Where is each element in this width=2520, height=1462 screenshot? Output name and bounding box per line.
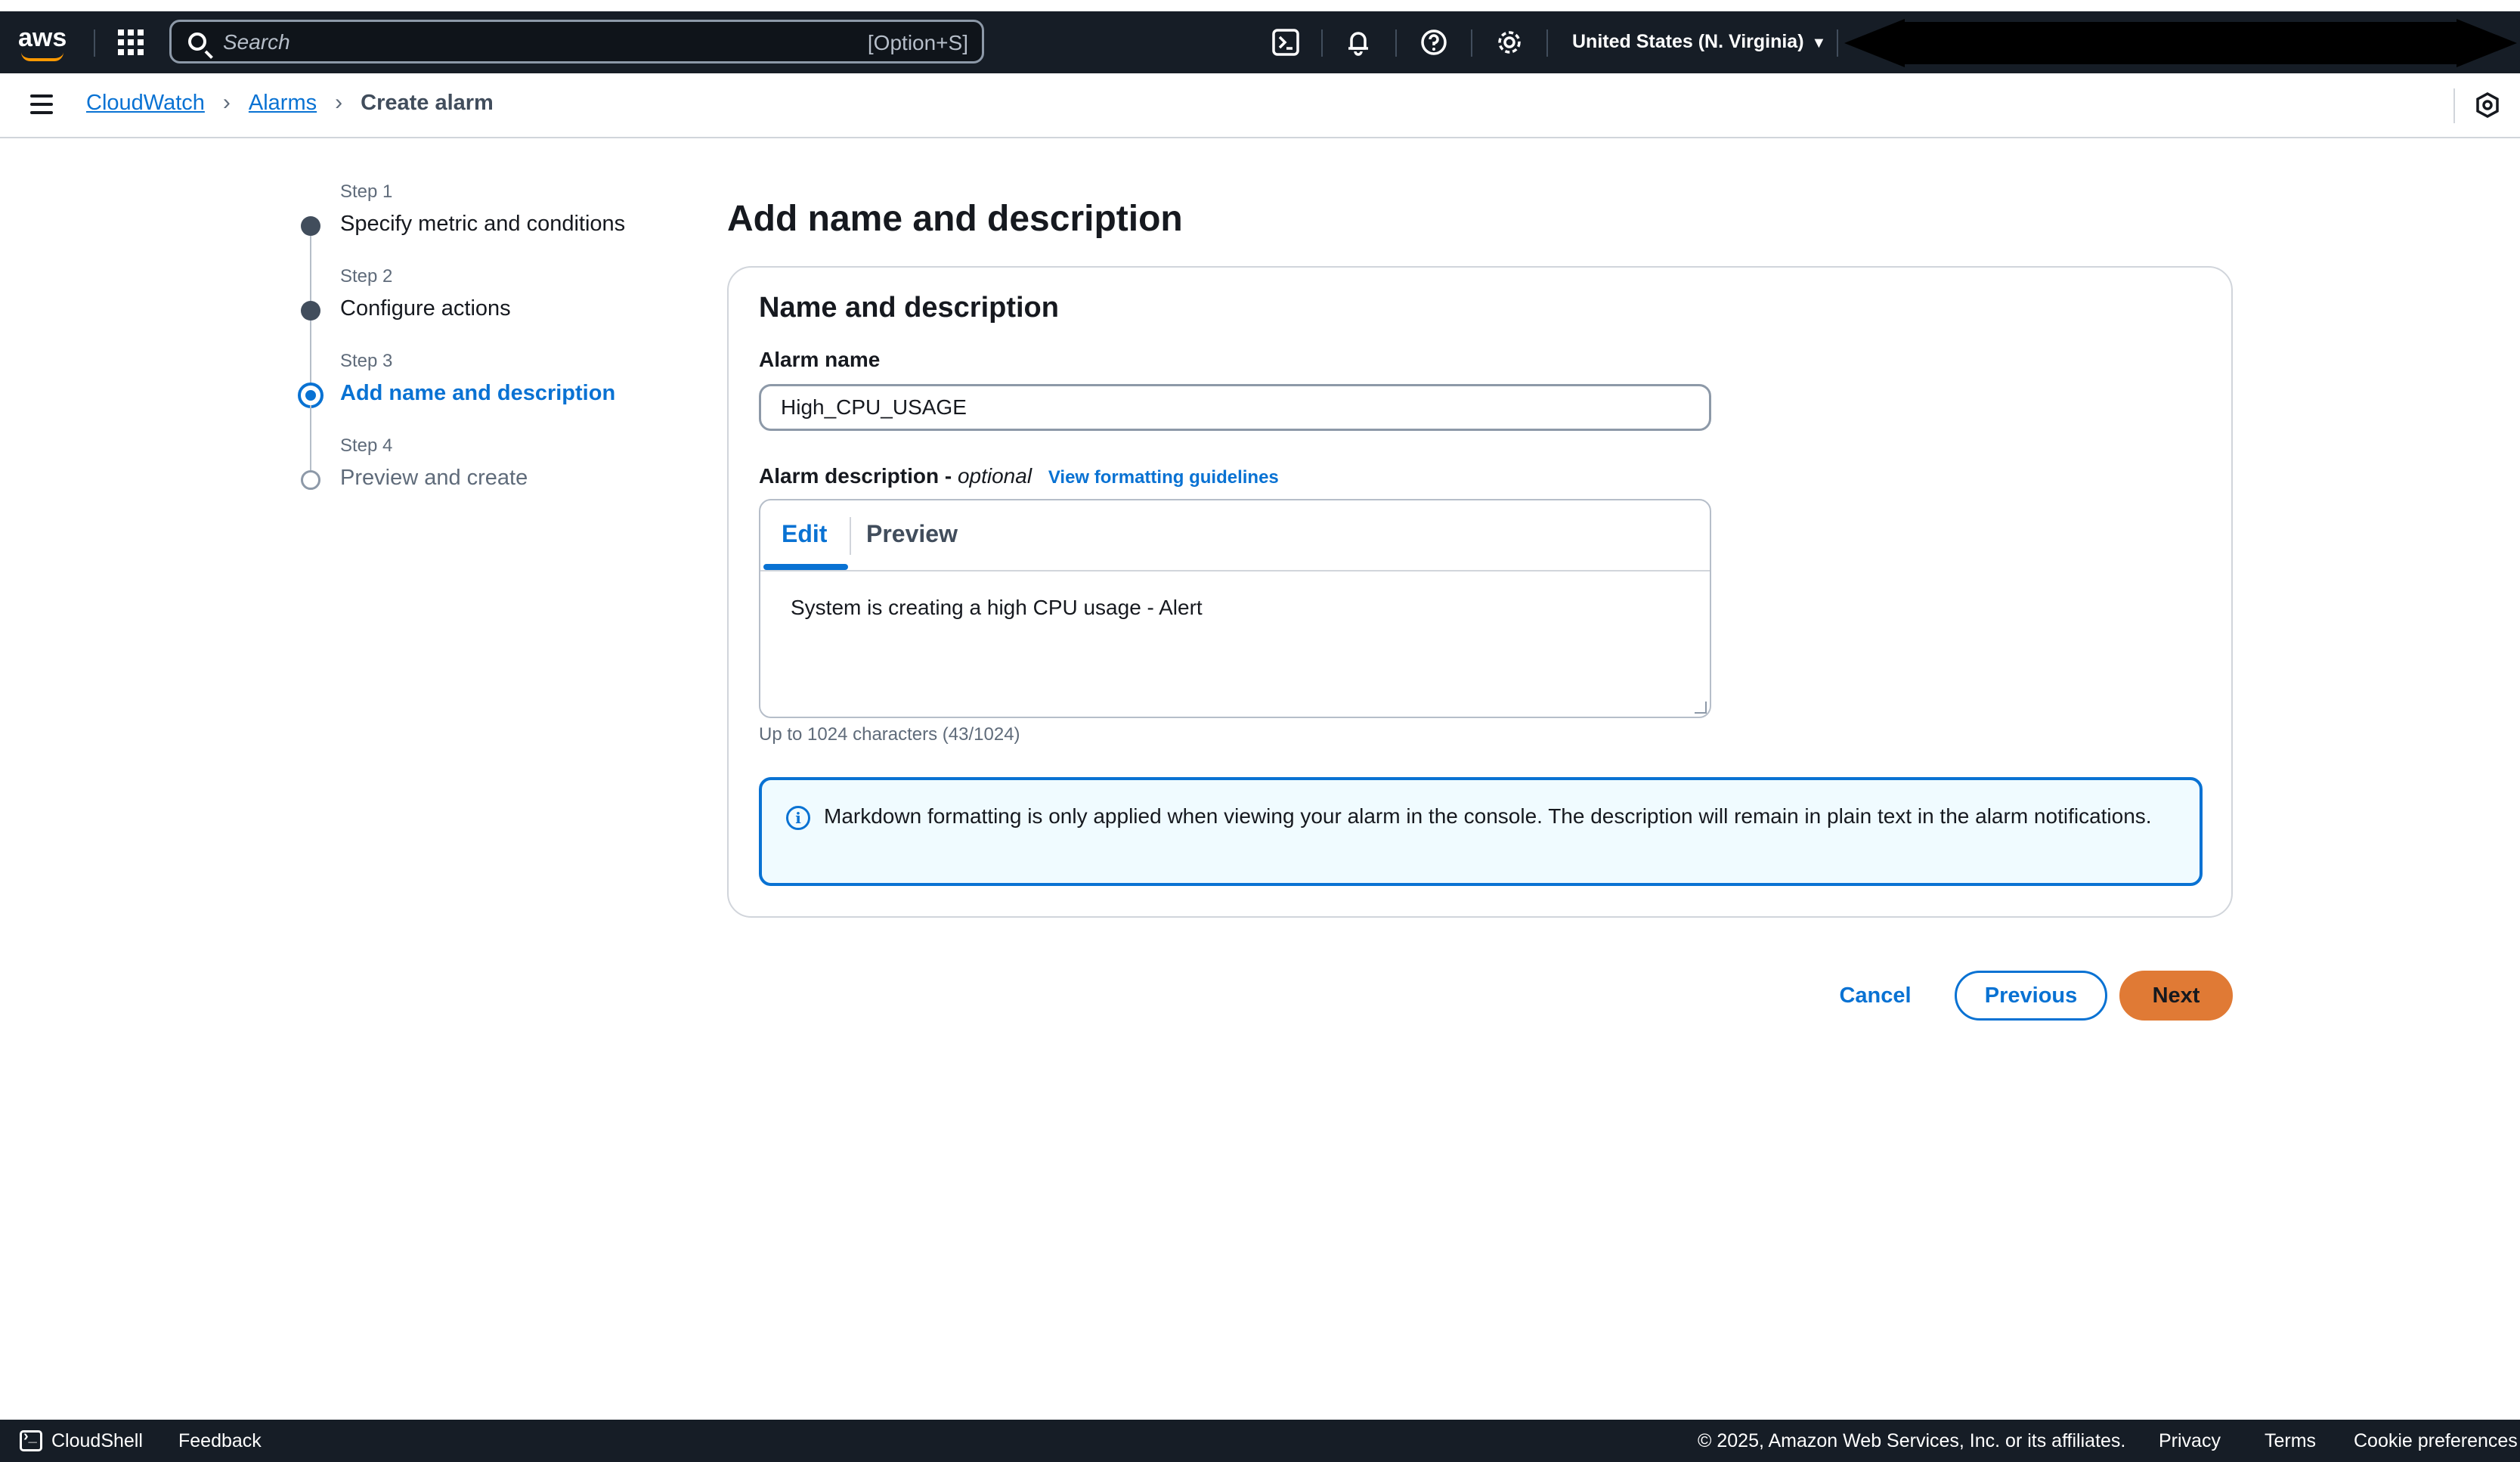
step-1[interactable]: Step 1 Specify metric and conditions	[295, 181, 688, 301]
footer-feedback[interactable]: Feedback	[178, 1430, 262, 1452]
step-label: Add name and description	[340, 381, 616, 405]
nav-divider	[1321, 29, 1323, 57]
step-active-icon	[298, 383, 324, 408]
step-label[interactable]: Configure actions	[340, 296, 511, 321]
search-icon	[188, 33, 206, 51]
character-count: Up to 1024 characters (43/1024)	[759, 724, 1020, 745]
nav-divider	[1837, 29, 1838, 57]
chevron-right-icon: ›	[222, 90, 231, 115]
previous-button[interactable]: Previous	[1955, 971, 2107, 1021]
cloudshell-icon[interactable]	[1271, 28, 1300, 57]
aws-logo[interactable]: aws	[18, 23, 71, 61]
info-icon: i	[786, 806, 810, 830]
next-button[interactable]: Next	[2119, 971, 2233, 1021]
step-completed-icon	[301, 301, 320, 321]
aws-logo-text: aws	[18, 23, 67, 52]
active-tab-indicator	[763, 564, 848, 570]
step-pending-icon	[301, 470, 320, 490]
footer-privacy[interactable]: Privacy	[2159, 1430, 2221, 1452]
redacted-account-menu[interactable]	[1844, 11, 2520, 73]
top-navigation: aws [Option+S] United States (N. Virgini…	[0, 11, 2520, 73]
step-label: Preview and create	[340, 466, 528, 490]
step-2[interactable]: Step 2 Configure actions	[295, 266, 688, 386]
bell-icon[interactable]	[1344, 28, 1373, 57]
caret-down-icon: ▼	[1811, 35, 1827, 51]
breadcrumb: CloudWatch › Alarms › Create alarm	[86, 90, 494, 116]
alarm-name-label: Alarm name	[759, 348, 881, 371]
description-textarea[interactable]: System is creating a high CPU usage - Al…	[791, 596, 1203, 620]
chevron-right-icon: ›	[335, 90, 343, 115]
step-3: Step 3 Add name and description	[295, 351, 688, 470]
alarm-description-label: Alarm description - optional View format…	[759, 464, 1279, 488]
nav-divider	[1546, 29, 1548, 57]
search-input[interactable]	[223, 29, 828, 55]
step-number: Step 3	[340, 351, 393, 371]
region-selector[interactable]: United States (N. Virginia) ▼	[1572, 31, 1826, 53]
step-completed-icon	[301, 216, 320, 236]
cloudshell-icon	[20, 1428, 42, 1451]
step-number: Step 4	[340, 435, 393, 456]
cancel-button[interactable]: Cancel	[1826, 971, 1924, 1021]
optional-tag: optional	[957, 464, 1032, 488]
region-label: United States (N. Virginia)	[1572, 31, 1804, 52]
breadcrumb-alarms[interactable]: Alarms	[249, 91, 317, 116]
formatting-guidelines-link[interactable]: View formatting guidelines	[1048, 467, 1279, 488]
resize-handle-icon[interactable]	[1695, 702, 1707, 714]
tab-edit[interactable]: Edit	[782, 520, 827, 548]
alarm-name-input[interactable]	[759, 384, 1711, 431]
breadcrumb-current: Create alarm	[361, 90, 494, 115]
nav-divider	[1395, 29, 1397, 57]
help-icon[interactable]	[1419, 28, 1448, 57]
info-alert: i Markdown formatting is only applied wh…	[759, 777, 2203, 886]
alarm-description-label-text: Alarm description -	[759, 464, 952, 488]
footer-copyright: © 2025, Amazon Web Services, Inc. or its…	[1698, 1430, 2126, 1451]
tab-divider	[850, 517, 851, 555]
step-4: Step 4 Preview and create	[295, 435, 688, 520]
settings-hexagon-icon[interactable]	[2475, 91, 2500, 119]
services-grid-icon[interactable]	[118, 29, 145, 57]
step-label[interactable]: Specify metric and conditions	[340, 212, 625, 237]
info-alert-text: Markdown formatting is only applied when…	[824, 804, 2152, 828]
footer-cookie-preferences[interactable]: Cookie preferences	[2354, 1430, 2518, 1452]
aws-smile-icon	[21, 52, 63, 61]
search-bar[interactable]: [Option+S]	[169, 20, 984, 63]
footer: CloudShell Feedback © 2025, Amazon Web S…	[0, 1420, 2520, 1462]
name-description-panel: Name and description Alarm name Alarm de…	[727, 266, 2233, 918]
footer-cloudshell[interactable]: CloudShell	[51, 1430, 143, 1452]
step-number: Step 2	[340, 266, 393, 287]
page-title: Add name and description	[727, 199, 1183, 239]
menu-icon[interactable]	[30, 94, 54, 116]
tab-preview[interactable]: Preview	[866, 520, 958, 548]
divider	[2453, 88, 2455, 123]
wizard-steps: Step 1 Specify metric and conditions Ste…	[295, 181, 688, 520]
nav-divider	[1471, 29, 1472, 57]
breadcrumb-bar: CloudWatch › Alarms › Create alarm	[0, 73, 2520, 138]
breadcrumb-cloudwatch[interactable]: CloudWatch	[86, 91, 205, 116]
gear-icon[interactable]	[1495, 28, 1524, 57]
editor-tabs: Edit Preview	[760, 500, 1710, 571]
panel-title: Name and description	[759, 292, 1059, 324]
step-number: Step 1	[340, 181, 393, 202]
footer-terms[interactable]: Terms	[2265, 1430, 2316, 1452]
description-editor: Edit Preview System is creating a high C…	[759, 499, 1711, 718]
search-shortcut-hint: [Option+S]	[867, 31, 968, 54]
nav-divider	[94, 29, 95, 57]
